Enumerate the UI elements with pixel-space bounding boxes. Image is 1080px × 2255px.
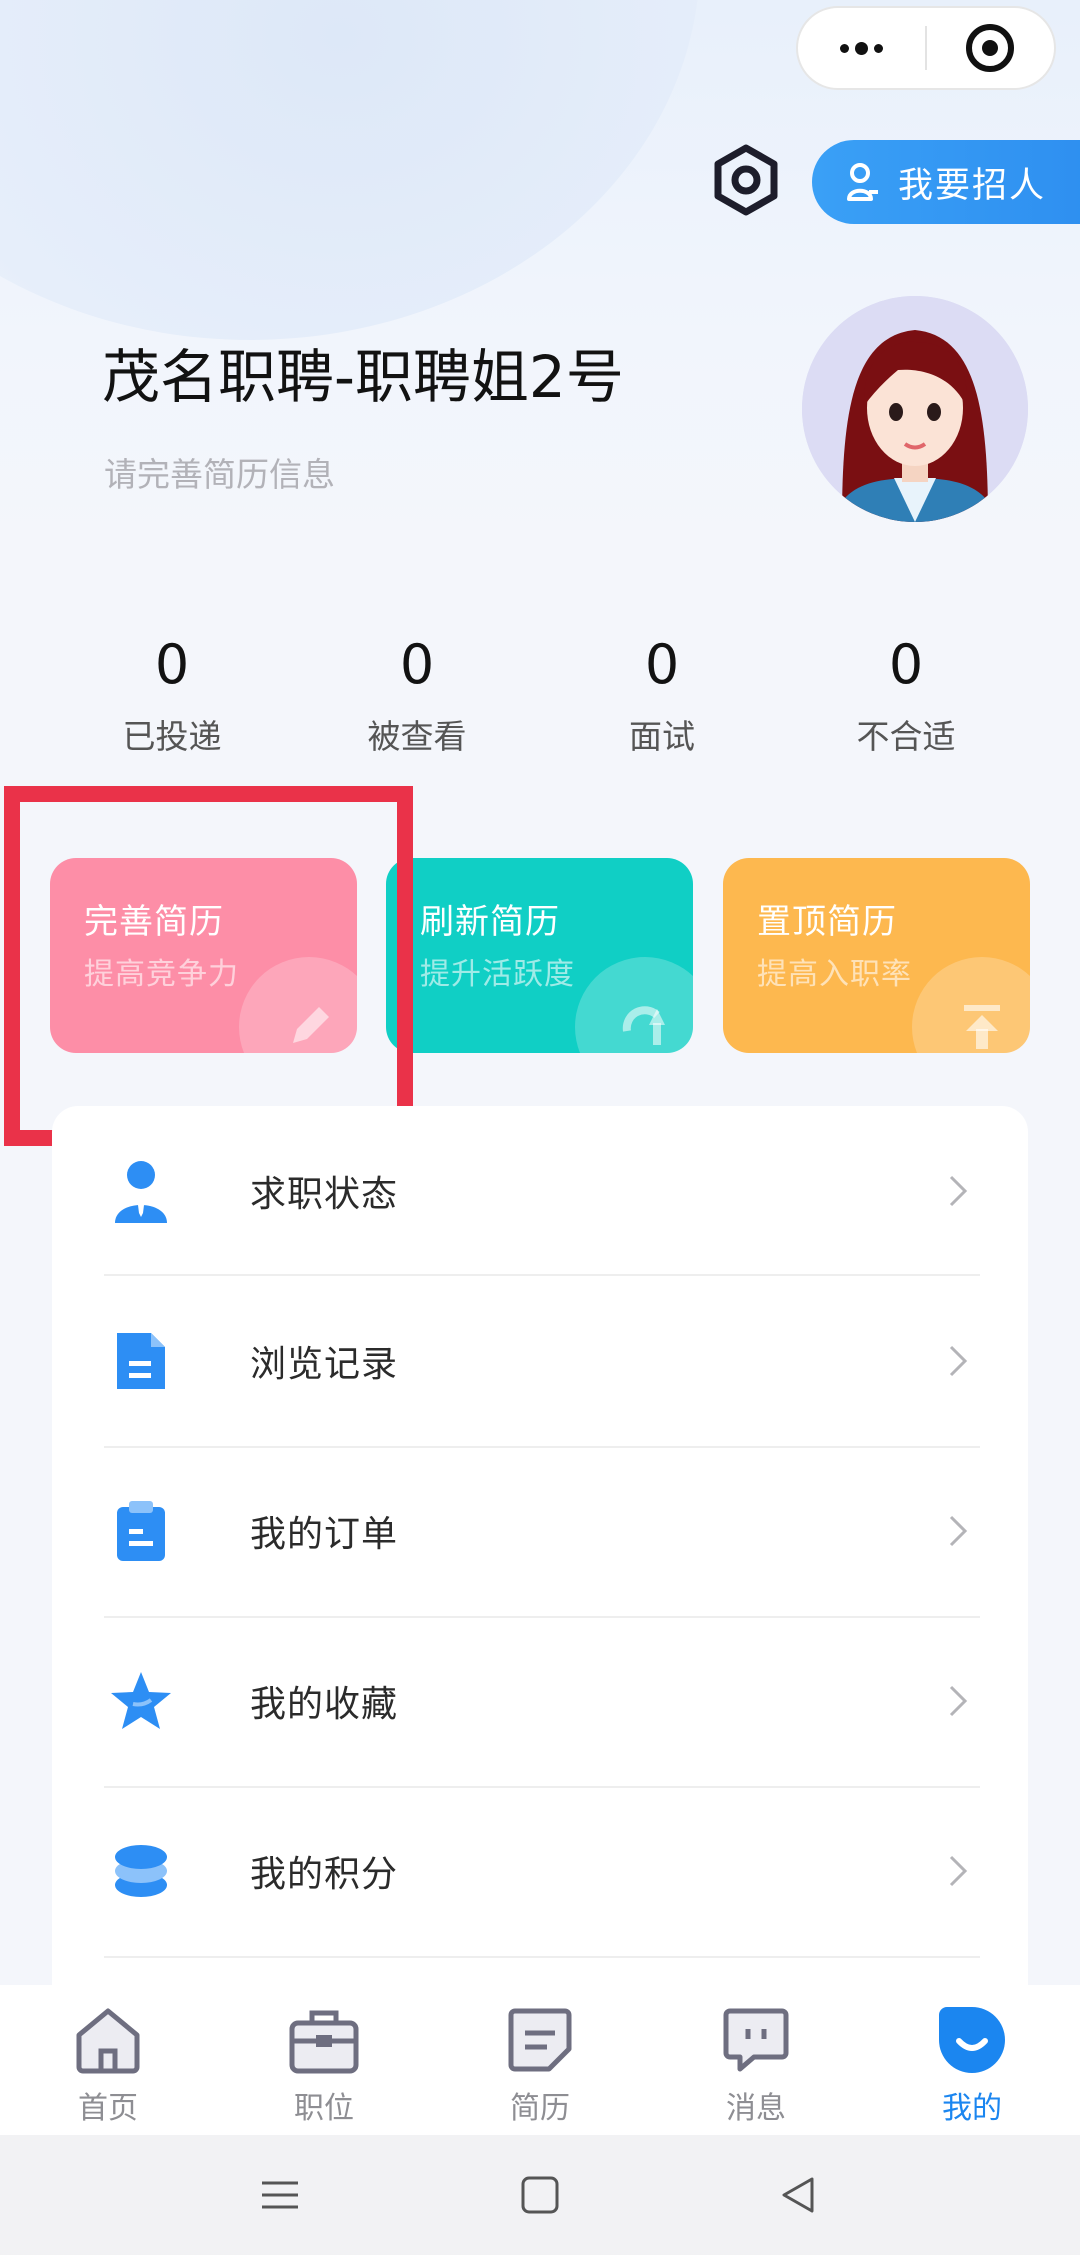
person-icon <box>847 163 878 201</box>
stat-delivered[interactable]: 0 已投递 <box>72 630 272 758</box>
close-miniprogram-button[interactable] <box>927 8 1054 88</box>
refresh-icon <box>622 1006 665 1045</box>
stat-label: 被查看 <box>367 717 467 756</box>
menu-nav-button[interactable] <box>250 2165 310 2225</box>
clipboard-icon <box>117 1501 165 1561</box>
menu-item-browse-history[interactable]: 浏览记录 <box>102 1276 978 1446</box>
tab-label: 首页 <box>78 2091 138 2126</box>
menu-item-my-points[interactable]: 我的积分 <box>102 1786 978 1956</box>
pencil-icon <box>293 1007 329 1043</box>
menu-item-my-orders[interactable]: 我的订单 <box>102 1446 978 1616</box>
card-title: 刷新简历 <box>420 902 560 942</box>
recruit-label: 我要招人 <box>898 165 1047 206</box>
stat-value: 0 <box>399 633 435 696</box>
menu-item-label: 浏览记录 <box>250 1344 399 1385</box>
tab-resume[interactable]: 简历 <box>465 2003 615 2127</box>
home-nav-button[interactable] <box>510 2165 570 2225</box>
target-icon <box>966 24 1015 72</box>
coins-icon <box>115 1845 167 1897</box>
pin-top-icon <box>964 1005 1000 1049</box>
miniprogram-capsule <box>796 6 1056 90</box>
card-title: 置顶简历 <box>757 902 897 942</box>
settings-button[interactable] <box>710 144 782 216</box>
chevron-right-icon <box>949 1685 968 1717</box>
recruit-button[interactable]: 我要招人 <box>812 140 1080 224</box>
document-icon <box>117 1333 165 1389</box>
system-nav-bar <box>0 2135 1080 2255</box>
settings-hexagon-icon <box>714 144 778 216</box>
resume-icon <box>508 2008 572 2072</box>
profile-name: 茂名职聘-职聘姐2号 <box>102 343 624 411</box>
menu-item-label: 求职状态 <box>250 1174 399 1215</box>
tab-profile[interactable]: 我的 <box>897 2003 1047 2127</box>
menu-item-label: 我的订单 <box>250 1514 399 1555</box>
card-title: 完善简历 <box>84 902 224 942</box>
refresh-resume-card[interactable]: 刷新简历 提升活跃度 <box>386 858 693 1053</box>
star-icon <box>111 1672 171 1729</box>
stat-interview[interactable]: 0 面试 <box>562 630 762 758</box>
stat-value: 0 <box>154 633 190 696</box>
tab-label: 简历 <box>510 2091 570 2126</box>
pin-resume-card[interactable]: 置顶简历 提高入职率 <box>723 858 1030 1053</box>
back-nav-button[interactable] <box>768 2165 828 2225</box>
menu-item-job-status[interactable]: 求职状态 <box>102 1106 978 1276</box>
briefcase-icon <box>289 2010 359 2074</box>
stat-label: 已投递 <box>122 717 222 756</box>
bottom-tab-bar: 首页 职位 简历 消息 我的 <box>0 1985 1080 2135</box>
more-dots-icon <box>840 41 883 55</box>
job-status-icon <box>115 1161 167 1223</box>
stat-label: 面试 <box>629 717 695 756</box>
menu-list: 求职状态 浏览记录 我的订单 我的收藏 我的积分 <box>52 1106 1028 2016</box>
chevron-right-icon <box>949 1855 968 1887</box>
stat-value: 0 <box>644 633 680 696</box>
tab-home[interactable]: 首页 <box>33 2003 183 2127</box>
tab-jobs[interactable]: 职位 <box>249 2003 399 2127</box>
stat-unsuitable[interactable]: 0 不合适 <box>806 630 1006 758</box>
back-triangle-icon <box>782 2177 814 2213</box>
avatar[interactable] <box>802 296 1028 522</box>
tab-messages[interactable]: 消息 <box>681 2003 831 2127</box>
menu-item-my-favorites[interactable]: 我的收藏 <box>102 1616 978 1786</box>
improve-resume-card[interactable]: 完善简历 提高竞争力 <box>50 858 357 1053</box>
more-options-button[interactable] <box>798 8 925 88</box>
chevron-right-icon <box>949 1345 968 1377</box>
menu-item-label: 我的积分 <box>250 1854 399 1895</box>
tab-label: 我的 <box>942 2091 1002 2126</box>
square-icon <box>521 2176 559 2214</box>
home-icon <box>76 2008 140 2074</box>
profile-icon <box>939 2007 1005 2073</box>
profile-subtitle[interactable]: 请完善简历信息 <box>104 448 335 496</box>
tab-label: 职位 <box>294 2091 354 2126</box>
resume-action-cards: 完善简历 提高竞争力 刷新简历 提升活跃度 置顶简历 提高入职率 <box>0 858 1080 1058</box>
menu-item-label: 我的收藏 <box>250 1684 399 1725</box>
chevron-right-icon <box>949 1175 968 1207</box>
stat-value: 0 <box>888 633 924 696</box>
menu-lines-icon <box>262 2181 298 2209</box>
tab-label: 消息 <box>726 2091 786 2126</box>
avatar-illustration <box>802 296 1028 522</box>
chevron-right-icon <box>949 1515 968 1547</box>
stat-label: 不合适 <box>856 717 956 756</box>
stat-viewed[interactable]: 0 被查看 <box>317 630 517 758</box>
message-icon <box>723 2008 789 2072</box>
